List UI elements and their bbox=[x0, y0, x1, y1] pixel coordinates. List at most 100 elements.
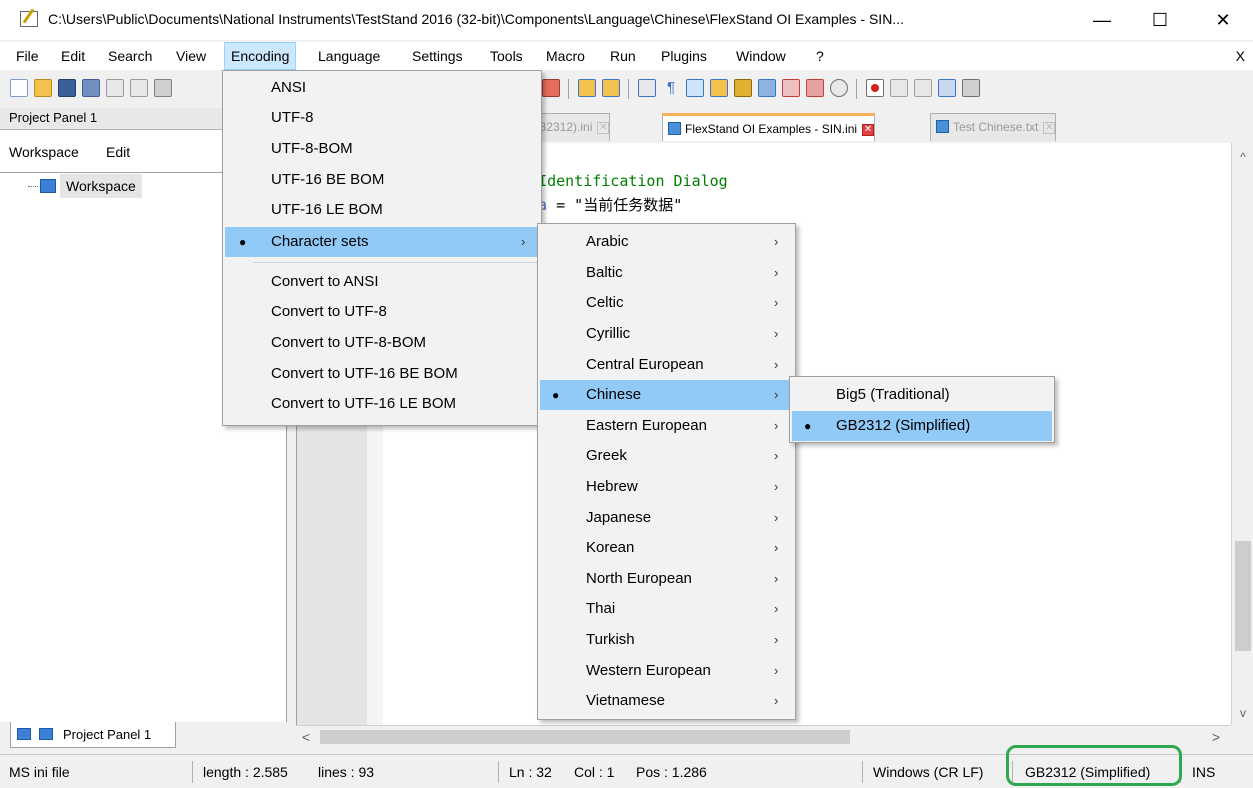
word-wrap-icon[interactable] bbox=[638, 79, 656, 97]
close-tab-icon[interactable]: ✕ bbox=[862, 123, 875, 136]
record-macro-icon[interactable] bbox=[866, 79, 884, 97]
submenu-item-chinese[interactable]: ● Chinese › bbox=[540, 380, 793, 410]
scroll-thumb[interactable] bbox=[320, 730, 850, 744]
scroll-left-icon[interactable]: < bbox=[296, 726, 316, 748]
menu-encoding[interactable]: Encoding bbox=[224, 42, 297, 70]
user-language-icon[interactable] bbox=[710, 79, 728, 97]
run-macro-multiple-icon[interactable] bbox=[938, 79, 956, 97]
sync-horizontal-icon[interactable] bbox=[602, 79, 620, 97]
tab-flexstand-examples[interactable]: FlexStand OI Examples - SIN.ini ✕ bbox=[662, 113, 876, 141]
close-document-button[interactable]: X bbox=[1236, 42, 1245, 70]
menu-item-utf8-bom[interactable]: UTF-8-BOM bbox=[225, 134, 539, 164]
menu-file[interactable]: File bbox=[10, 42, 45, 70]
show-all-characters-icon[interactable]: ¶ bbox=[662, 79, 680, 97]
chevron-right-icon: › bbox=[774, 632, 779, 647]
menu-language[interactable]: Language bbox=[312, 42, 386, 70]
scroll-down-icon[interactable]: v bbox=[1232, 703, 1253, 723]
submenu-item-western-european[interactable]: Western European › bbox=[540, 656, 793, 686]
submenu-item-gb2312[interactable]: ● GB2312 (Simplified) bbox=[792, 411, 1052, 441]
print-icon[interactable] bbox=[154, 79, 172, 97]
submenu-item-baltic[interactable]: Baltic › bbox=[540, 258, 793, 288]
tab-project-panel-1[interactable]: Project Panel 1 bbox=[10, 722, 176, 748]
menu-tools[interactable]: Tools bbox=[484, 42, 529, 70]
menu-item-utf16-le-bom[interactable]: UTF-16 LE BOM bbox=[225, 195, 539, 225]
status-line: Ln : 32 bbox=[509, 764, 552, 780]
menu-window[interactable]: Window bbox=[730, 42, 792, 70]
stop-macro-icon[interactable] bbox=[890, 79, 908, 97]
menu-item-utf8[interactable]: UTF-8 bbox=[225, 103, 539, 133]
annotation-highlight bbox=[1006, 745, 1182, 786]
submenu-item-thai[interactable]: Thai › bbox=[540, 594, 793, 624]
close-tab-icon[interactable]: ✕ bbox=[1043, 121, 1056, 134]
menu-run[interactable]: Run bbox=[604, 42, 642, 70]
submenu-item-big5[interactable]: Big5 (Traditional) bbox=[792, 380, 1052, 410]
maximize-button[interactable]: ☐ bbox=[1140, 6, 1180, 34]
submenu-item-central-european[interactable]: Central European › bbox=[540, 350, 793, 380]
document-map-icon[interactable] bbox=[734, 79, 752, 97]
redo-icon[interactable] bbox=[542, 79, 560, 97]
close-all-icon[interactable] bbox=[130, 79, 148, 97]
submenu-item-vietnamese[interactable]: Vietnamese › bbox=[540, 686, 793, 716]
menu-item-ansi[interactable]: ANSI bbox=[225, 73, 539, 103]
encoding-menu: ANSI UTF-8 UTF-8-BOM UTF-16 BE BOM UTF-1… bbox=[222, 70, 542, 426]
submenu-item-celtic[interactable]: Celtic › bbox=[540, 288, 793, 318]
menu-item-convert-ansi[interactable]: Convert to ANSI bbox=[225, 267, 539, 297]
chevron-right-icon: › bbox=[774, 234, 779, 249]
status-file-type: MS ini file bbox=[9, 764, 70, 780]
scroll-thumb[interactable] bbox=[1235, 541, 1251, 651]
function-list-icon[interactable] bbox=[782, 79, 800, 97]
submenu-item-korean[interactable]: Korean › bbox=[540, 533, 793, 563]
folder-as-workspace-icon[interactable] bbox=[806, 79, 824, 97]
save-icon[interactable] bbox=[58, 79, 76, 97]
submenu-item-greek[interactable]: Greek › bbox=[540, 441, 793, 471]
menu-help[interactable]: ? bbox=[810, 42, 830, 70]
save-macro-icon[interactable] bbox=[962, 79, 980, 97]
horizontal-scrollbar[interactable]: < > bbox=[296, 725, 1231, 747]
new-file-icon[interactable] bbox=[10, 79, 28, 97]
menu-item-convert-utf16-be-bom[interactable]: Convert to UTF-16 BE BOM bbox=[225, 359, 539, 389]
document-list-icon[interactable] bbox=[758, 79, 776, 97]
menu-item-label: Character sets bbox=[271, 233, 369, 250]
menu-item-utf16-be-bom[interactable]: UTF-16 BE BOM bbox=[225, 165, 539, 195]
menu-item-character-sets[interactable]: ● Character sets › bbox=[225, 227, 539, 257]
indent-guide-icon[interactable] bbox=[686, 79, 704, 97]
menu-search[interactable]: Search bbox=[102, 42, 158, 70]
menu-item-label: Turkish bbox=[586, 631, 635, 648]
minimize-button[interactable]: — bbox=[1082, 6, 1122, 34]
submenu-item-north-european[interactable]: North European › bbox=[540, 564, 793, 594]
close-file-icon[interactable] bbox=[106, 79, 124, 97]
sync-vertical-icon[interactable] bbox=[578, 79, 596, 97]
menu-edit[interactable]: Edit bbox=[55, 42, 91, 70]
menu-item-convert-utf16-le-bom[interactable]: Convert to UTF-16 LE BOM bbox=[225, 389, 539, 419]
scroll-up-icon[interactable]: ^ bbox=[1232, 147, 1253, 167]
submenu-item-cyrillic[interactable]: Cyrillic › bbox=[540, 319, 793, 349]
monitoring-icon[interactable] bbox=[830, 79, 848, 97]
toolbar-separator bbox=[628, 79, 629, 99]
tab-test-chinese[interactable]: Test Chinese.txt ✕ bbox=[930, 113, 1057, 141]
play-macro-icon[interactable] bbox=[914, 79, 932, 97]
submenu-item-hebrew[interactable]: Hebrew › bbox=[540, 472, 793, 502]
open-file-icon[interactable] bbox=[34, 79, 52, 97]
close-tab-icon[interactable]: ✕ bbox=[597, 121, 610, 134]
save-all-icon[interactable] bbox=[82, 79, 100, 97]
menu-item-label: Western European bbox=[586, 662, 711, 679]
menu-item-label: Cyrillic bbox=[586, 325, 631, 342]
submenu-item-eastern-european[interactable]: Eastern European › bbox=[540, 411, 793, 441]
submenu-item-arabic[interactable]: Arabic › bbox=[540, 227, 793, 257]
menu-item-convert-utf8[interactable]: Convert to UTF-8 bbox=[225, 297, 539, 327]
submenu-item-japanese[interactable]: Japanese › bbox=[540, 503, 793, 533]
menu-view[interactable]: View bbox=[170, 42, 212, 70]
chevron-right-icon: › bbox=[774, 448, 779, 463]
workspace-menu[interactable]: Workspace bbox=[9, 144, 79, 160]
close-button[interactable]: ✕ bbox=[1203, 6, 1243, 34]
menu-item-convert-utf8-bom[interactable]: Convert to UTF-8-BOM bbox=[225, 328, 539, 358]
vertical-scrollbar[interactable]: ^ v bbox=[1231, 143, 1253, 725]
menu-plugins[interactable]: Plugins bbox=[655, 42, 713, 70]
submenu-item-turkish[interactable]: Turkish › bbox=[540, 625, 793, 655]
edit-menu[interactable]: Edit bbox=[106, 144, 130, 160]
chevron-right-icon: › bbox=[774, 326, 779, 341]
menu-settings[interactable]: Settings bbox=[406, 42, 469, 70]
tree-connector bbox=[28, 186, 38, 187]
scroll-right-icon[interactable]: > bbox=[1206, 726, 1226, 748]
menu-macro[interactable]: Macro bbox=[540, 42, 591, 70]
